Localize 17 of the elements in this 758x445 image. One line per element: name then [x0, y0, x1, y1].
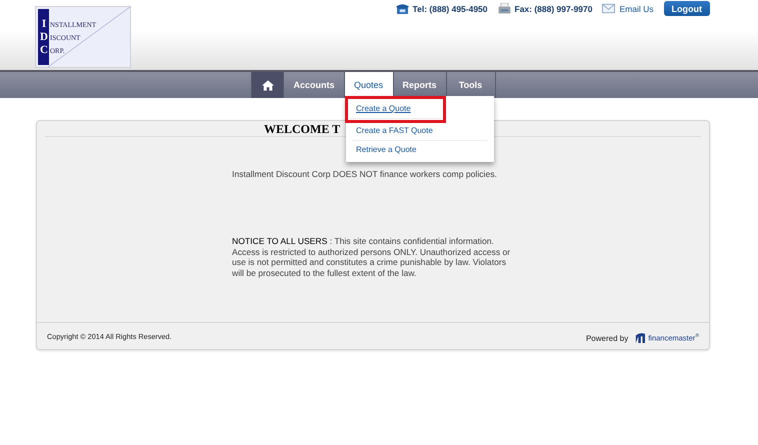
email-link[interactable]: Email Us	[619, 4, 654, 14]
notice-text: Installment Discount Corp DOES NOT finance workers comp policies.	[232, 169, 498, 179]
home-tab[interactable]	[252, 72, 284, 98]
menu-item[interactable]: Create a FAST Quote	[352, 122, 488, 141]
phone-icon	[396, 3, 409, 14]
notice-paragraph: NOTICE TO ALL USERS : This site contains confidential information. Access is restricted to authorized persons ONLY. Unauthorized access or use is not permitted and constitutes a crime punishable by law. Violators will be prosecuted to the fullest extent of the law.	[232, 236, 512, 278]
logout-button[interactable]: Logout	[664, 1, 710, 16]
welcome-heading: WELCOME T	[264, 121, 340, 137]
contact-text: Fax: (888) 997-9970	[514, 4, 592, 14]
contact-text: Tel: (888) 495-4950	[412, 4, 488, 14]
fax-icon	[498, 3, 511, 14]
home-icon	[262, 80, 274, 90]
mail-icon	[602, 3, 616, 14]
powered-by-text: Powered by	[586, 334, 628, 342]
nav-tab[interactable]: Quotes	[344, 72, 394, 98]
menu-item[interactable]: Retrieve a Quote	[352, 141, 488, 159]
brand-logo-icon	[635, 333, 646, 343]
